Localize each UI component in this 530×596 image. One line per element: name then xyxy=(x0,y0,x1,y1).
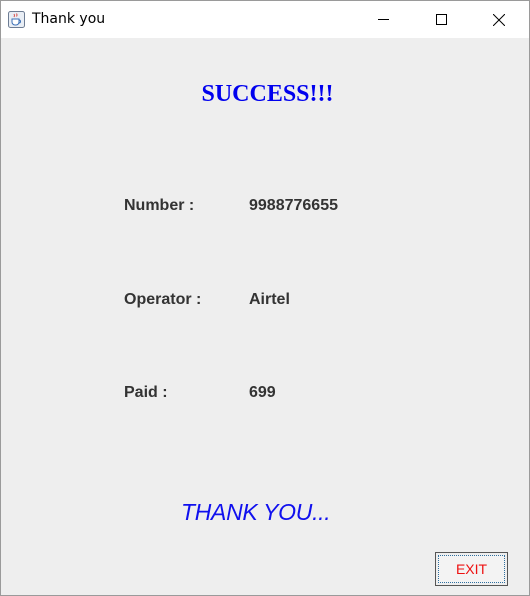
maximize-button[interactable] xyxy=(418,1,464,38)
success-heading: SUCCESS!!! xyxy=(201,81,334,107)
exit-button[interactable]: EXIT xyxy=(435,552,508,586)
minimize-icon xyxy=(377,14,389,25)
close-icon xyxy=(493,13,505,26)
java-cup-icon xyxy=(8,11,25,28)
operator-value: Airtel xyxy=(249,291,290,308)
thank-you-message: THANK YOU... xyxy=(181,499,331,525)
title-bar[interactable]: Thank you xyxy=(1,1,529,38)
operator-label: Operator : xyxy=(124,291,202,308)
minimize-button[interactable] xyxy=(360,1,406,38)
thank-you-window: Thank you SUCCESS!!! Number : 9988776655… xyxy=(0,0,530,596)
number-value: 9988776655 xyxy=(249,197,338,214)
content-panel: SUCCESS!!! Number : 9988776655 Operator … xyxy=(1,38,529,595)
paid-label: Paid : xyxy=(124,384,168,401)
exit-button-label: EXIT xyxy=(438,555,505,583)
window-title: Thank you xyxy=(32,11,106,27)
number-label: Number : xyxy=(124,197,195,214)
paid-value: 699 xyxy=(249,384,276,401)
close-button[interactable] xyxy=(476,1,522,38)
maximize-icon xyxy=(435,14,447,25)
